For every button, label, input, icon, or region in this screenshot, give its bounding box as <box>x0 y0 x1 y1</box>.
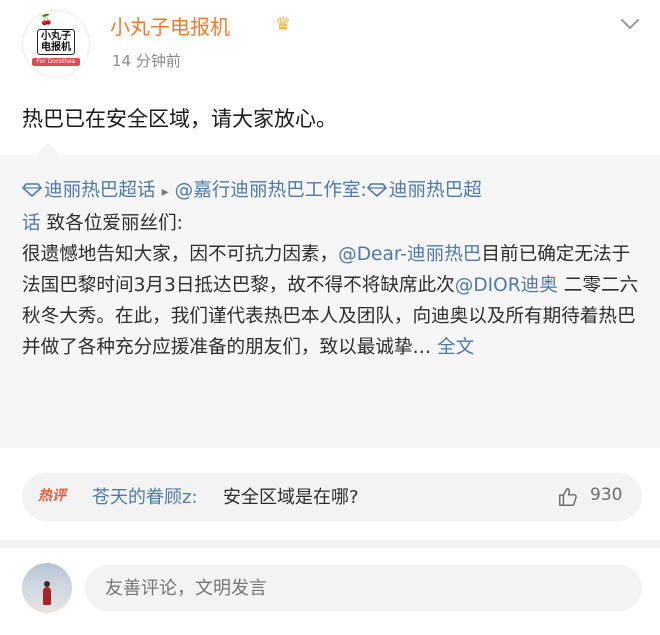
topic-link[interactable]: 迪丽热巴超话 <box>44 180 156 201</box>
author-name[interactable]: 小丸子电报机 <box>110 14 230 40</box>
hot-comment[interactable]: 热评 苍天的眷顾z: 安全区域是在哪? 930 <box>22 473 642 521</box>
avatar-figure <box>43 587 51 605</box>
thumbs-up-icon[interactable] <box>557 486 579 508</box>
diamond-icon <box>366 183 387 197</box>
chevron-down-icon[interactable] <box>618 12 642 36</box>
repost-card[interactable]: 迪丽热巴超话 ▸ @嘉行迪丽热巴工作室: 迪丽热巴超话 致各位爱丽丝们: 很遗憾地告知… <box>0 155 660 448</box>
section-divider <box>0 540 660 548</box>
cherry-icon: 🍒 <box>40 15 53 26</box>
repost-greeting: 致各位爱丽丝们: <box>40 213 183 234</box>
crown-icon: ♛ <box>275 14 292 35</box>
mention-dilireba[interactable]: @Dear-迪丽热巴 <box>338 244 481 265</box>
user-avatar[interactable] <box>22 563 72 613</box>
post-time: 14 分钟前 <box>112 52 181 70</box>
topic2-part1: 迪丽热巴超 <box>388 180 482 201</box>
post-header: 🍒 小丸子 电报机 For Dorothea 小丸子电报机 ♛ 14 分钟前 <box>0 0 660 90</box>
diamond-icon <box>22 183 42 197</box>
repost-text-1: 很遗憾地告知大家，因不可抗力因素， <box>22 244 339 265</box>
avatar-tag: For Dorothea <box>32 57 80 66</box>
avatar-line-2: 电报机 <box>41 41 71 53</box>
repost-body: 迪丽热巴超话 ▸ @嘉行迪丽热巴工作室: 迪丽热巴超话 致各位爱丽丝们: 很遗憾地告知… <box>22 175 642 363</box>
like-count: 930 <box>590 485 623 505</box>
avatar-box: 小丸子 电报机 <box>37 28 75 55</box>
comment-input[interactable] <box>85 565 642 611</box>
hot-comment-badge: 热评 <box>38 488 66 504</box>
avatar-line-1: 小丸子 <box>41 30 71 42</box>
author-avatar[interactable]: 🍒 小丸子 电报机 For Dorothea <box>22 10 90 78</box>
full-text-link[interactable]: 全文 <box>431 337 474 358</box>
post-text: 热巴已在安全区域，请大家放心。 <box>22 107 337 131</box>
topic2-part2: 话 <box>22 213 41 234</box>
arrow-icon: ▸ <box>161 184 169 200</box>
comment-user[interactable]: 苍天的眷顾z: <box>92 483 198 509</box>
comment-text: 安全区域是在哪? <box>223 487 359 508</box>
mention-dior[interactable]: @DIOR迪奥 <box>455 275 558 296</box>
source-mention[interactable]: @嘉行迪丽热巴工作室: <box>175 180 367 201</box>
repost-notch <box>36 143 60 155</box>
